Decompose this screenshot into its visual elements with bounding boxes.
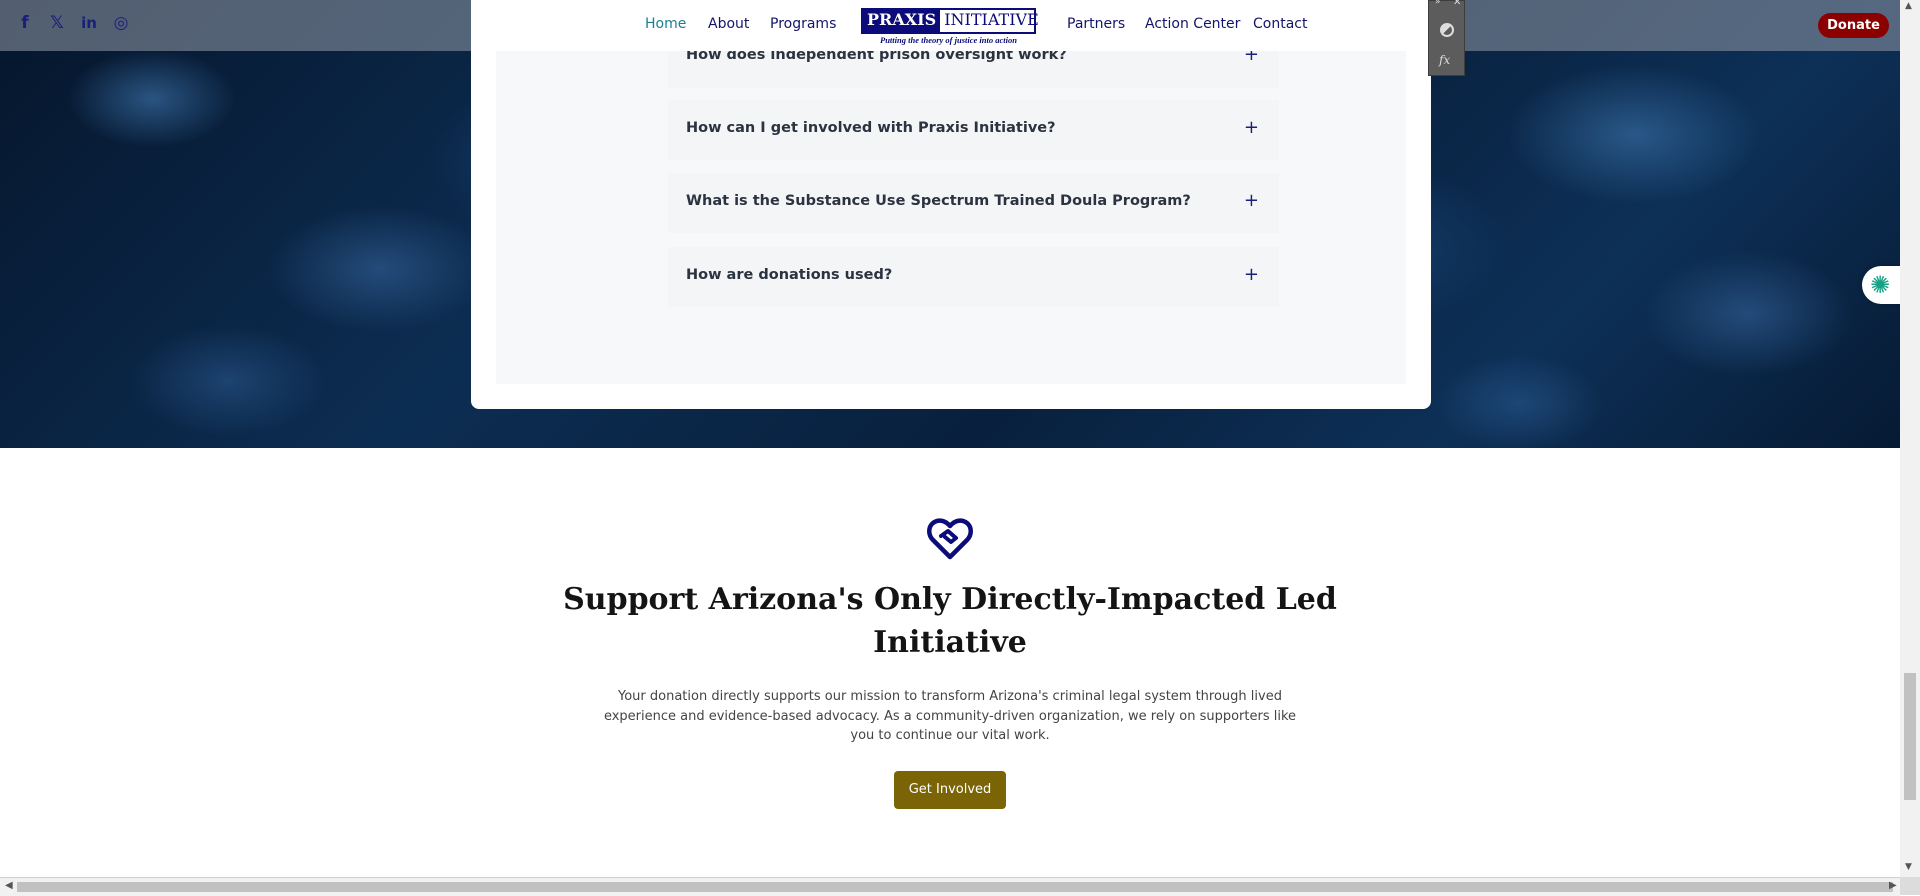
support-description: Your donation directly supports our miss… [603,689,1297,743]
logo-wordmark: PRAXIS INITIATIVE [861,8,1039,34]
faq-item[interactable]: How can I get involved with Praxis Initi… [668,100,1279,160]
formula-icon[interactable]: fx [1439,53,1450,67]
vertical-scroll-thumb[interactable] [1904,673,1916,800]
faq-item[interactable]: What is the Substance Use Spectrum Train… [668,173,1279,233]
site-header: f 𝕏 in ◎ Home About Programs PRAXIS INIT… [0,0,1900,51]
x-twitter-icon[interactable]: 𝕏 [46,12,68,34]
horizontal-scroll-thumb[interactable] [17,882,1893,892]
contrast-icon[interactable] [1440,23,1454,37]
collapse-icon[interactable]: » [1435,0,1441,7]
faq-question: How can I get involved with Praxis Initi… [686,120,1056,136]
horizontal-scrollbar[interactable]: ◀ ▶ [0,877,1900,896]
social-links: f 𝕏 in ◎ [14,12,132,34]
nav-home[interactable]: Home [645,16,686,32]
facebook-icon[interactable]: f [14,12,36,34]
nav-action-center[interactable]: Action Center [1145,16,1240,32]
faq-card: How does independent prison oversight wo… [471,0,1431,409]
assistant-icon: ✺ [1870,271,1891,299]
faq-question: What is the Substance Use Spectrum Train… [686,193,1191,209]
faq-panel: How does independent prison oversight wo… [496,0,1406,384]
nav-contact[interactable]: Contact [1253,16,1307,32]
scroll-up-icon[interactable]: ▲ [1905,1,1912,11]
instagram-icon[interactable]: ◎ [110,12,132,34]
nav-about[interactable]: About [708,16,749,32]
vertical-scrollbar[interactable]: ▲ ▼ [1900,0,1920,877]
close-icon[interactable]: ✕ [1453,0,1461,8]
faq-question: How are donations used? [686,267,893,283]
praxis-logo[interactable]: PRAXIS INITIATIVE Putting the theory of … [861,8,1039,45]
logo-word-initiative: INITIATIVE [944,10,1039,29]
floating-toolbar: » ✕ fx [1428,0,1465,76]
nav-programs[interactable]: Programs [770,16,836,32]
support-heading: Support Arizona's Only Directly-Impacted… [563,582,1337,660]
faq-item[interactable]: How are donations used? + [668,247,1279,307]
scroll-down-icon[interactable]: ▼ [1905,862,1912,872]
assistant-launcher[interactable]: ✺ [1862,266,1900,304]
logo-word-praxis: PRAXIS [863,10,941,32]
plus-icon[interactable]: + [1244,117,1259,138]
get-involved-button[interactable]: Get Involved [894,771,1006,809]
nav-partners[interactable]: Partners [1067,16,1125,32]
scroll-right-icon[interactable]: ▶ [1889,880,1897,891]
plus-icon[interactable]: + [1244,264,1259,285]
scroll-left-icon[interactable]: ◀ [5,880,13,891]
plus-icon[interactable]: + [1244,190,1259,211]
scrollbar-corner [1900,877,1920,895]
heart-handshake-icon [927,518,973,560]
linkedin-icon[interactable]: in [78,12,100,34]
donate-button[interactable]: Donate [1818,13,1889,38]
logo-tagline: Putting the theory of justice into actio… [880,35,1017,45]
